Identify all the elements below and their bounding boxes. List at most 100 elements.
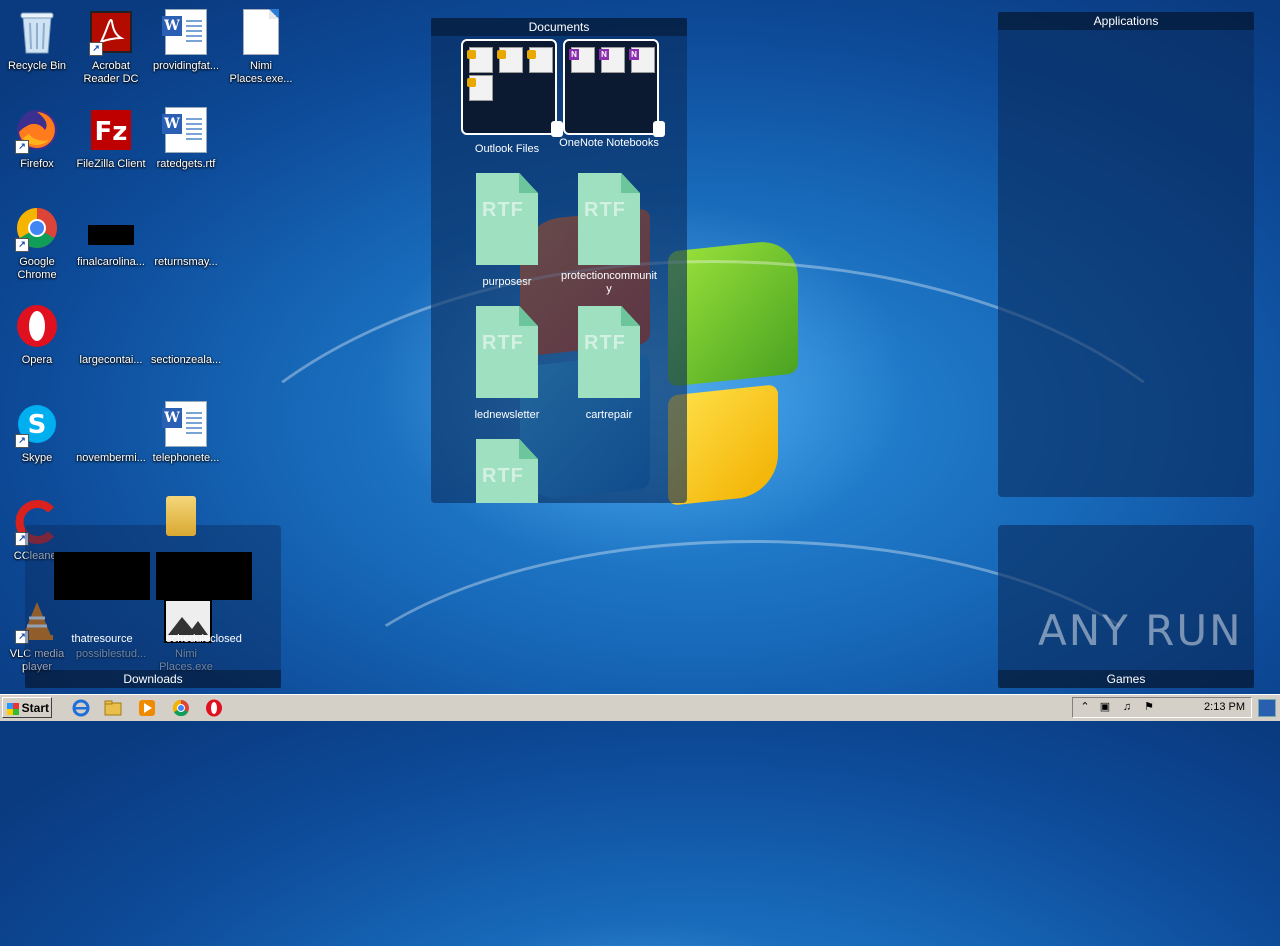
folder-icon[interactable] [166, 496, 196, 536]
desktop-icon-filezilla[interactable]: Fz FileZilla Client [74, 106, 148, 171]
folder-label: OneNote Notebooks [559, 137, 659, 149]
outlook-file-icon [497, 47, 523, 73]
download-item-thumbnail[interactable] [54, 552, 150, 600]
file-label: protectioncommunity [561, 270, 657, 295]
desktop-icon-ratedgets[interactable]: W ratedgets.rtf [149, 106, 223, 171]
shortcut-arrow-icon: ↗ [15, 238, 29, 252]
outlook-file-icon [467, 47, 493, 73]
outlook-file-icon [527, 47, 553, 73]
desktop-icon-finalcarolina[interactable]: finalcarolina... [74, 204, 148, 269]
rtf-file-icon[interactable]: RTF [476, 439, 538, 503]
desktop-icon-chrome[interactable]: ↗ Google Chrome [0, 204, 74, 282]
folder-tab [653, 121, 665, 137]
action-center-flag-icon[interactable]: ⚑ [1143, 701, 1155, 713]
desktop-icon-label: finalcarolina... [77, 256, 145, 268]
explorer-icon[interactable] [104, 699, 122, 717]
show-desktop-button[interactable] [1258, 699, 1276, 717]
rtf-file-icon[interactable]: RTF [578, 306, 640, 398]
start-button[interactable]: Start [2, 697, 52, 718]
desktop-icon-novembermi[interactable]: novembermi... [74, 400, 148, 465]
folder-outlook-files[interactable] [461, 39, 563, 137]
fence-title[interactable]: Applications [998, 12, 1254, 30]
fence-title[interactable]: Games [998, 670, 1254, 688]
taskbar: Start ⌃ ▣ ♫ ⚑ 2:13 PM [0, 694, 1280, 721]
fence-title[interactable]: Documents [431, 18, 687, 36]
onenote-file-icon [629, 47, 655, 73]
file-label: purposesr [482, 276, 532, 288]
rtf-file-icon[interactable]: RTF [476, 173, 538, 265]
word-doc-icon: W [162, 106, 210, 154]
blank-icon [162, 302, 210, 350]
word-doc-icon: W [162, 400, 210, 448]
download-item-label: thatresource [71, 633, 133, 645]
windows-flag-icon [7, 703, 19, 715]
desktop-icon-recycle-bin[interactable]: Recycle Bin [0, 8, 74, 73]
blank-file-icon [237, 8, 285, 56]
chrome-icon: ↗ [13, 204, 61, 252]
volume-icon[interactable]: ♫ [1121, 701, 1133, 713]
desktop-icon-opera[interactable]: Opera [0, 302, 74, 367]
opera-icon [13, 302, 61, 350]
system-tray: ⌃ ▣ ♫ ⚑ 2:13 PM [1072, 697, 1252, 718]
fence-applications[interactable]: Applications [998, 12, 1254, 497]
rtf-file-icon[interactable]: RTF [476, 306, 538, 398]
file-label: lednewsletter [474, 409, 540, 421]
fence-title[interactable]: Downloads [25, 670, 281, 688]
desktop-icon-label: Firefox [20, 158, 54, 170]
onenote-file-icon [599, 47, 625, 73]
desktop-icon-firefox[interactable]: ↗ Firefox [0, 106, 74, 171]
folder-label: Outlook Files [474, 143, 540, 155]
desktop-icon-acrobat[interactable]: ↗ Acrobat Reader DC [74, 8, 148, 86]
download-item-thumbnail[interactable] [156, 552, 252, 600]
desktop-icon-label: Opera [21, 354, 53, 366]
file-label: cartrepair [585, 409, 633, 421]
desktop-icon-label: returnsmay... [154, 256, 218, 268]
fence-downloads[interactable]: thatresource scheduleclosed Downloads [25, 525, 281, 688]
desktop-icon-label: FileZilla Client [76, 158, 146, 170]
internet-explorer-icon[interactable] [72, 699, 90, 717]
show-hidden-icons-icon[interactable]: ⌃ [1079, 701, 1091, 713]
desktop-icon-returnsmay[interactable]: returnsmay... [149, 204, 223, 269]
rtf-file-icon[interactable]: RTF [578, 173, 640, 265]
blank-icon [87, 302, 135, 350]
network-icon[interactable]: ▣ [1099, 701, 1111, 713]
desktop-icon-label: Google Chrome [17, 256, 57, 281]
svg-text:Fz: Fz [95, 117, 128, 147]
firefox-icon: ↗ [13, 106, 61, 154]
desktop-icon-label: providingfat... [152, 60, 220, 72]
blank-icon [87, 400, 135, 448]
desktop-icon-label: Acrobat Reader DC [83, 60, 139, 85]
desktop-icon-sectionzeala[interactable]: sectionzeala... [149, 302, 223, 367]
desktop-icon-label: Skype [21, 452, 53, 464]
fence-documents[interactable]: Documents Outlook Files OneNote Notebook… [431, 18, 687, 503]
desktop-icon-nimi-places[interactable]: Nimi Places.exe... [224, 8, 298, 86]
recycle-bin-icon [13, 8, 61, 56]
desktop-icon-skype[interactable]: S ↗ Skype [0, 400, 74, 465]
anyrun-watermark: ANY RUN [1038, 606, 1243, 655]
shortcut-arrow-icon: ↗ [15, 434, 29, 448]
desktop-icon-largecontai[interactable]: largecontai... [74, 302, 148, 367]
desktop-icon-providingfat[interactable]: W providingfat... [149, 8, 223, 73]
start-label: Start [21, 701, 49, 715]
desktop-icon-label: largecontai... [79, 354, 143, 366]
shortcut-arrow-icon: ↗ [15, 140, 29, 154]
desktop-icon-telephonete[interactable]: W telephonete... [149, 400, 223, 465]
desktop-icon-label: Recycle Bin [7, 60, 67, 72]
desktop-icon-label: sectionzeala... [150, 354, 222, 366]
skype-icon: S ↗ [13, 400, 61, 448]
acrobat-icon: ↗ [87, 8, 135, 56]
filezilla-icon: Fz [87, 106, 135, 154]
clock[interactable]: 2:13 PM [1204, 701, 1245, 713]
desktop-icon-label: novembermi... [76, 452, 146, 464]
folder-onenote-notebooks[interactable] [563, 39, 665, 137]
download-item-label: scheduleclosed [166, 633, 242, 645]
chrome-icon[interactable] [172, 699, 190, 717]
blank-icon [162, 204, 210, 252]
desktop-icon-label: ratedgets.rtf [156, 158, 216, 170]
desktop-icon-label: telephonete... [152, 452, 220, 464]
media-player-icon[interactable] [138, 699, 156, 717]
folder-tab [551, 121, 563, 137]
opera-icon[interactable] [205, 699, 223, 717]
word-doc-icon: W [162, 8, 210, 56]
desktop-icon-label: Nimi Places.exe... [229, 60, 293, 85]
